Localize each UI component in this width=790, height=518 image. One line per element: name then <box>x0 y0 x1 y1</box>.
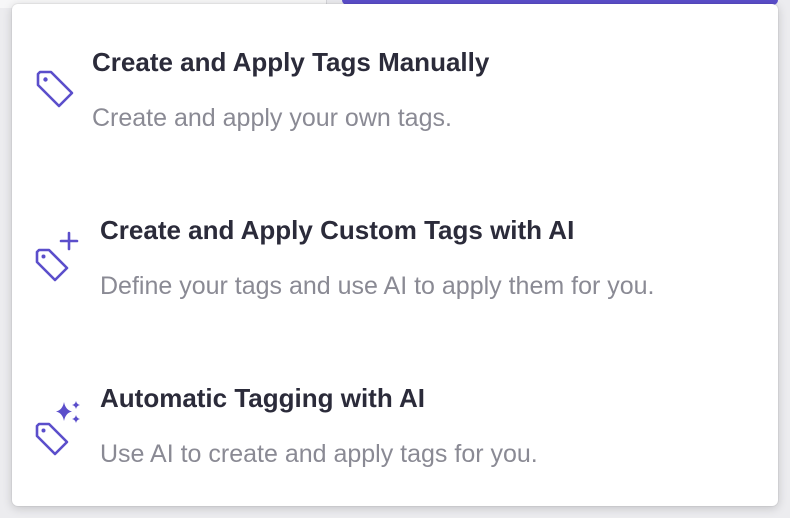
menu-item-automatic-ai-tagging[interactable]: Automatic Tagging with AI Use AI to crea… <box>12 364 778 514</box>
tagging-options-menu: Create and Apply Tags Manually Create an… <box>12 4 778 506</box>
menu-item-manual-tags[interactable]: Create and Apply Tags Manually Create an… <box>12 28 778 178</box>
menu-item-title: Create and Apply Custom Tags with AI <box>100 215 575 245</box>
menu-item-description: Create and apply your own tags. <box>92 104 452 132</box>
menu-item-title: Create and Apply Tags Manually <box>92 47 490 77</box>
tag-plus-icon <box>35 231 79 282</box>
menu-item-description: Define your tags and use AI to apply the… <box>100 272 655 300</box>
menu-item-title: Automatic Tagging with AI <box>100 383 425 413</box>
menu-item-description: Use AI to create and apply tags for you. <box>100 440 538 468</box>
tag-sparkle-icon <box>35 401 80 456</box>
tag-icon <box>36 70 74 108</box>
menu-item-custom-ai-tags[interactable]: Create and Apply Custom Tags with AI Def… <box>12 196 778 346</box>
